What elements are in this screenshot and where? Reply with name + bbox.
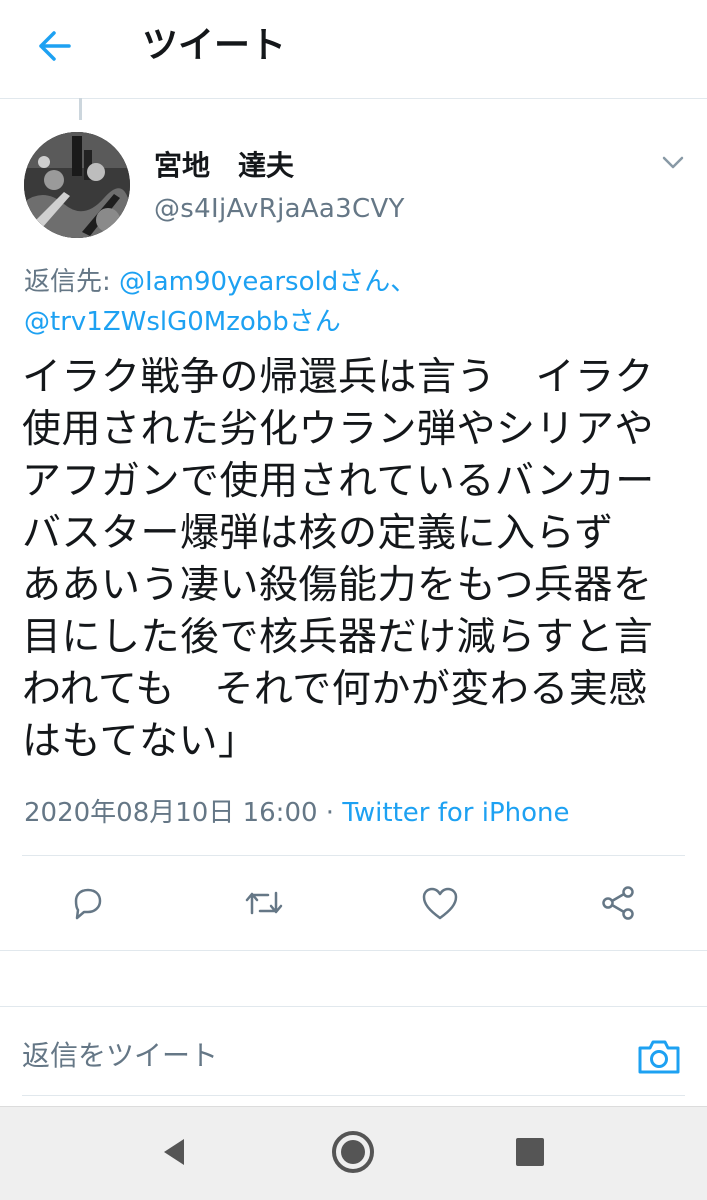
author-handle[interactable]: @s4IjAvRjaAa3CVY — [154, 194, 405, 224]
tweet-detail-screen: ツイート 宮地 達夫 @s4IjAvRjaAa3CVY 返信先: @Iam90y… — [0, 0, 707, 1200]
mention-link[interactable]: @trv1ZWslG0Mzobbさん — [24, 307, 341, 337]
system-navigation-bar — [0, 1106, 707, 1200]
mention-link[interactable]: @Iam90yearsoldさん、 — [119, 267, 416, 297]
share-icon — [598, 883, 638, 927]
avatar[interactable] — [24, 132, 130, 238]
retweet-button[interactable] — [239, 880, 289, 930]
reply-to-line: 返信先: @Iam90yearsoldさん、 @trv1ZWslG0Mzobbさ… — [24, 262, 684, 342]
back-button[interactable] — [28, 24, 80, 72]
square-recents-icon — [514, 1136, 546, 1172]
reply-to-prefix: 返信先: — [24, 267, 120, 297]
triangle-back-icon — [158, 1135, 192, 1173]
tweet-timestamp[interactable]: 2020年08月10日 16:00 — [24, 798, 318, 828]
reply-button[interactable] — [63, 880, 113, 930]
divider — [0, 950, 707, 951]
camera-icon — [636, 1040, 682, 1082]
author-name[interactable]: 宮地 達夫 — [154, 144, 294, 184]
thread-connector-line — [79, 98, 82, 120]
retweet-icon — [242, 883, 286, 927]
circle-home-icon — [330, 1129, 376, 1179]
nav-back-button[interactable] — [148, 1127, 202, 1181]
camera-button[interactable] — [636, 1036, 682, 1078]
like-button[interactable] — [415, 880, 465, 930]
tweet-menu-button[interactable] — [658, 148, 688, 178]
heart-icon — [419, 883, 461, 927]
meta-separator: · — [317, 798, 343, 828]
share-button[interactable] — [593, 880, 643, 930]
nav-recents-button[interactable] — [503, 1127, 557, 1181]
reply-input[interactable]: 返信をツイート — [22, 1030, 582, 1082]
divider — [22, 855, 685, 856]
chevron-down-icon — [658, 156, 688, 182]
tweet-source-link[interactable]: Twitter for iPhone — [342, 798, 569, 828]
divider — [0, 1006, 707, 1007]
reply-icon — [68, 883, 108, 927]
arrow-left-icon — [36, 30, 72, 66]
tweet-text: イラク戦争の帰還兵は言う イラク使用された劣化ウラン弾やシリアやアフガンで使用さ… — [22, 355, 693, 764]
page-title: ツイート — [142, 25, 287, 66]
nav-home-button[interactable] — [326, 1127, 380, 1181]
header: ツイート — [0, 0, 707, 99]
divider — [22, 1095, 685, 1096]
tweet-meta: 2020年08月10日 16:00 · Twitter for iPhone — [24, 792, 570, 829]
